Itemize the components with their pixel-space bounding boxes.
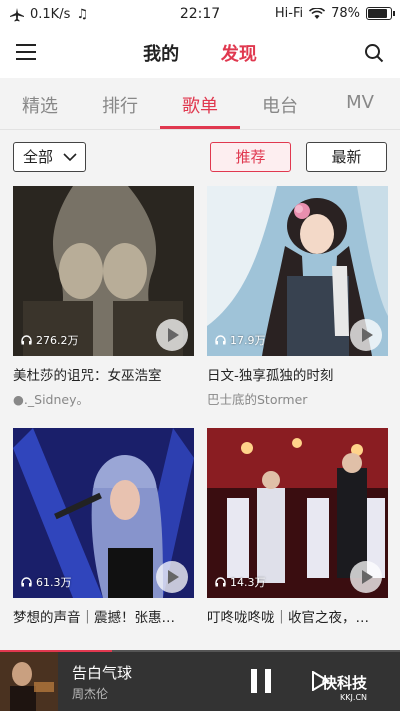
search-icon[interactable] — [364, 43, 384, 63]
playlist-author[interactable]: ●._Sidney。 — [13, 389, 194, 408]
play-count-value: 17.9万 — [230, 334, 266, 347]
recommend-button[interactable]: 推荐 — [210, 142, 291, 172]
playlist-title[interactable]: 日文-独享孤独的时刻 — [207, 364, 388, 384]
play-button[interactable] — [350, 319, 382, 351]
album-art-image — [0, 652, 58, 711]
play-count: 17.9万 — [215, 332, 266, 348]
battery-percent: 78% — [331, 6, 360, 21]
category-dropdown[interactable]: 全部 — [13, 142, 86, 172]
headphones-icon — [215, 335, 226, 345]
mini-player[interactable]: 告白气球 周杰伦 快科技 KKJ.CN — [0, 650, 400, 711]
battery-icon — [366, 7, 395, 20]
subtab-mv[interactable]: MV — [320, 92, 400, 113]
watermark-main: 快科技 — [322, 674, 368, 692]
category-selected: 全部 — [23, 148, 54, 166]
now-playing-artist[interactable]: 周杰伦 — [72, 685, 108, 702]
play-count-value: 14.3万 — [230, 576, 266, 589]
playlist-author[interactable]: 巴士底的Stormer — [207, 389, 388, 408]
play-count: 14.3万 — [215, 574, 266, 590]
playlist-cover[interactable]: 14.3万 — [207, 428, 388, 598]
headphones-icon — [215, 577, 226, 587]
watermark-logo: 快科技 KKJ.CN — [322, 672, 367, 702]
status-bar: 0.1K/s ♫ 22:17 Hi-Fi 78% — [0, 0, 400, 30]
tab-mine[interactable]: 我的 — [143, 40, 179, 66]
hifi-label: Hi-Fi — [274, 6, 304, 21]
playlist-card[interactable]: 61.3万 梦想的声音｜震撼！张惠… — [13, 428, 194, 626]
playback-progress — [0, 650, 400, 652]
album-art[interactable] — [0, 652, 58, 711]
subtab-charts[interactable]: 排行 — [80, 92, 160, 118]
playlist-cover[interactable]: 276.2万 — [13, 186, 194, 356]
sub-tabs: 精选 排行 歌单 电台 MV — [0, 78, 400, 130]
status-right: Hi-Fi 78% — [274, 6, 395, 21]
tab-discover[interactable]: 发现 — [221, 40, 257, 66]
playlist-card[interactable]: 276.2万 美杜莎的诅咒：女巫浩室 ●._Sidney。 — [13, 186, 194, 408]
now-playing-title[interactable]: 告白气球 — [72, 662, 132, 683]
playlist-grid: 全部 推荐 最新 276.2万 美杜莎的诅咒：女巫浩室 ●._Sidney。 1… — [0, 130, 400, 650]
top-tabs: 我的 发现 — [0, 40, 400, 66]
headphones-icon — [21, 335, 32, 345]
playlist-title[interactable]: 梦想的声音｜震撼！张惠… — [13, 606, 194, 626]
subtab-playlists[interactable]: 歌单 — [160, 92, 240, 118]
play-count-value: 61.3万 — [36, 576, 72, 589]
subtab-radio[interactable]: 电台 — [240, 92, 320, 118]
active-tab-indicator — [160, 126, 240, 129]
pause-button[interactable] — [251, 669, 273, 693]
playlist-cover[interactable]: 17.9万 — [207, 186, 388, 356]
play-button[interactable] — [156, 561, 188, 593]
playlist-title[interactable]: 叮咚咙咚咙｜收官之夜，… — [207, 606, 388, 626]
newest-button[interactable]: 最新 — [306, 142, 387, 172]
playlist-card[interactable]: 17.9万 日文-独享孤独的时刻 巴士底的Stormer — [207, 186, 388, 408]
headphones-icon — [21, 577, 32, 587]
play-count-value: 276.2万 — [36, 334, 79, 347]
play-count: 276.2万 — [21, 332, 79, 348]
wifi-icon — [309, 7, 326, 19]
playlist-cover[interactable]: 61.3万 — [13, 428, 194, 598]
subtab-featured[interactable]: 精选 — [0, 92, 80, 118]
playlist-title[interactable]: 美杜莎的诅咒：女巫浩室 — [13, 364, 194, 384]
play-count: 61.3万 — [21, 574, 72, 590]
play-button[interactable] — [156, 319, 188, 351]
chevron-down-icon — [63, 153, 77, 162]
top-bar: 我的 发现 — [0, 30, 400, 78]
watermark-sub: KKJ.CN — [340, 693, 368, 702]
playlist-card[interactable]: 14.3万 叮咚咙咚咙｜收官之夜，… — [207, 428, 388, 626]
play-button[interactable] — [350, 561, 382, 593]
